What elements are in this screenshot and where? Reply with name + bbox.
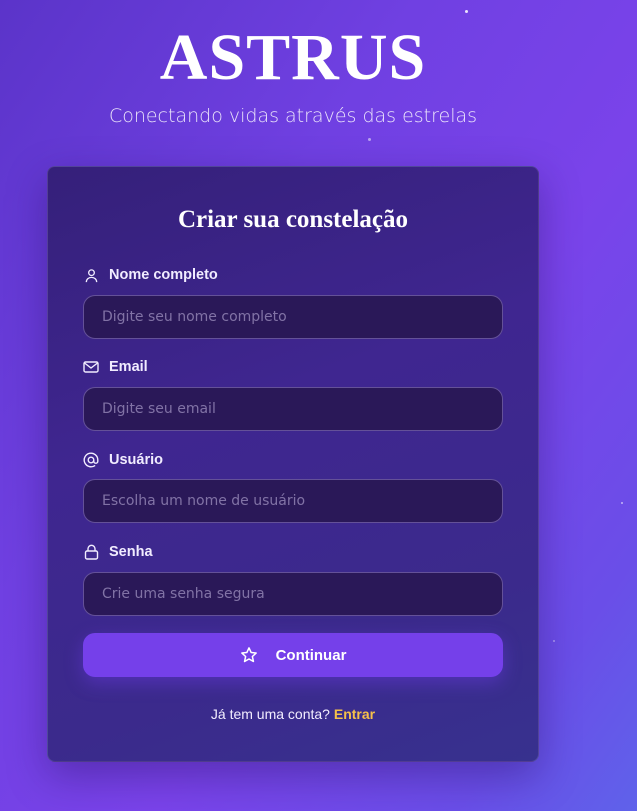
- continue-button[interactable]: Continuar: [83, 633, 503, 677]
- username-input[interactable]: [83, 479, 503, 523]
- star-icon: [240, 646, 258, 664]
- background-star: [368, 138, 371, 141]
- signin-prompt-text: Já tem uma conta?: [210, 706, 330, 722]
- label-password: Senha: [83, 544, 153, 560]
- password-input[interactable]: [83, 572, 503, 616]
- label-text: Senha: [109, 544, 153, 560]
- at-icon: [83, 452, 99, 468]
- background-star: [621, 502, 623, 504]
- label-text: Nome completo: [109, 267, 218, 283]
- background-star: [465, 10, 468, 13]
- label-text: Email: [109, 359, 148, 375]
- mail-icon: [83, 359, 99, 375]
- email-input[interactable]: [83, 387, 503, 431]
- continue-button-label: Continuar: [275, 646, 347, 664]
- background-star: [553, 640, 555, 642]
- signin-link[interactable]: Entrar: [334, 706, 375, 722]
- label-text: Usuário: [109, 452, 163, 468]
- full-name-input[interactable]: [83, 295, 503, 339]
- label-username: Usuário: [83, 452, 163, 468]
- brand-tagline: Conectando vidas através das estrelas: [108, 105, 478, 127]
- form-title: Criar sua constelação: [177, 206, 409, 233]
- signin-prompt: Já tem uma conta? Entrar: [0, 706, 586, 722]
- label-full-name: Nome completo: [83, 267, 218, 283]
- label-email: Email: [83, 359, 148, 375]
- brand-logo: ASTRUS: [159, 21, 427, 94]
- lock-icon: [83, 544, 99, 560]
- user-icon: [83, 267, 99, 283]
